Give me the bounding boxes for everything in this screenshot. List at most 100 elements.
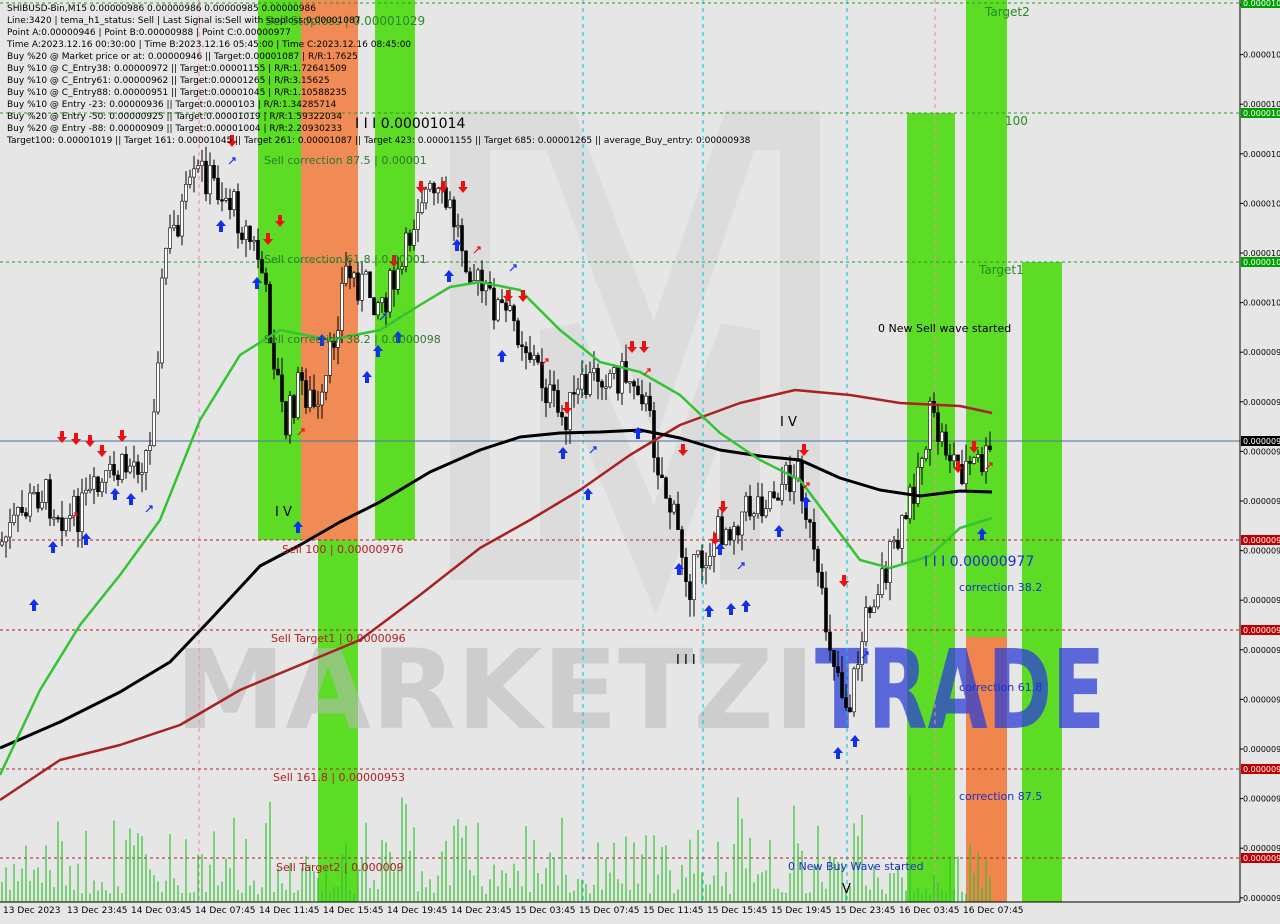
candle-body <box>904 515 908 520</box>
candle-body <box>552 384 556 391</box>
info-line: Time A:2023.12.16 00:30:00 | Time B:2023… <box>7 40 412 50</box>
time-tick-label: 15 Dec 03:45 <box>515 906 576 916</box>
candle-body <box>780 484 784 501</box>
candle-body <box>496 299 500 321</box>
candle-body <box>408 232 412 246</box>
candle-body <box>392 270 396 290</box>
candle-body <box>848 707 852 713</box>
candle-body <box>400 266 404 270</box>
price-marker-label: 0.000009 <box>1243 854 1280 863</box>
candle-body <box>876 594 880 608</box>
price-marker-label: 0.00001004 <box>1243 258 1280 267</box>
time-tick-label: 16 Dec 07:45 <box>963 906 1024 916</box>
candle-body <box>476 269 480 281</box>
current-price-label: 0.00000986 <box>1243 437 1280 446</box>
candle-body <box>100 481 104 493</box>
candle-body <box>292 395 296 419</box>
candle-body <box>752 513 756 517</box>
candle-body <box>576 388 580 395</box>
candle-body <box>936 412 940 442</box>
time-tick-label: 15 Dec 11:45 <box>643 906 704 916</box>
candle-body <box>196 165 200 170</box>
price-tick-label: 0.0000096 <box>1243 596 1280 605</box>
candle-body <box>832 649 836 668</box>
candle-body <box>384 297 388 313</box>
time-tick-label: 15 Dec 23:45 <box>835 906 896 916</box>
candle-body <box>212 165 216 179</box>
watermark-text-grey: MARKETZI <box>175 626 815 754</box>
wave-label-iii-mid: I I I <box>676 653 696 668</box>
info-line: Target100: 0.00001019 || Target 161: 0.0… <box>7 136 751 146</box>
candle-body <box>572 392 576 395</box>
candle-body <box>928 400 932 450</box>
candle-body <box>136 461 140 475</box>
candle-body <box>168 227 172 249</box>
price-tick-label: 0.0000102 <box>1243 100 1280 109</box>
candle-body <box>508 305 512 311</box>
candle-body <box>412 229 416 246</box>
candle-body <box>636 385 640 395</box>
candle-body <box>188 176 192 185</box>
candle-body <box>664 477 668 499</box>
candle-body <box>836 666 840 673</box>
candle-body <box>624 361 628 383</box>
candle-body <box>216 177 220 200</box>
candle-body <box>120 454 124 480</box>
label-100: 100 <box>1005 114 1028 128</box>
candle-body <box>548 384 552 404</box>
candle-body <box>312 389 316 407</box>
candle-body <box>276 368 280 376</box>
candle-body <box>296 372 300 419</box>
time-axis: 13 Dec 2023 13 Dec 23:45 14 Dec 03:45 14 De… <box>0 901 1240 920</box>
sell-correction-618-label: Sell correction 61.8 | 0.00001 <box>264 253 427 266</box>
info-line: Line:3420 | tema_h1_status: Sell | Last … <box>7 16 361 26</box>
time-tick-label: 16 Dec 03:45 <box>899 906 960 916</box>
candle-body <box>452 199 456 228</box>
candle-body <box>656 457 660 476</box>
price-tick-label: 0.0000094 <box>1243 795 1280 804</box>
candle-body <box>320 391 324 406</box>
candle-body <box>980 454 984 473</box>
candle-body <box>16 506 20 516</box>
info-line: Buy %10 @ C_Entry88: 0.00000951 || Targe… <box>7 88 347 98</box>
candle-body <box>828 631 832 651</box>
candle-body <box>236 191 240 234</box>
candle-body <box>360 273 364 301</box>
candle-body <box>748 495 752 517</box>
candle-body <box>468 271 472 283</box>
candle-body <box>880 568 884 595</box>
candle-body <box>156 362 160 413</box>
candle-body <box>972 457 976 464</box>
candle-body <box>852 668 856 713</box>
candle-body <box>648 395 652 411</box>
candle-body <box>244 225 248 240</box>
candle-body <box>756 496 760 515</box>
candle-body <box>460 225 464 252</box>
candle-body <box>456 225 460 228</box>
candle-body <box>908 486 912 520</box>
candle-body <box>208 165 212 195</box>
candle-body <box>128 465 132 473</box>
price-axis: 0.000010350.00001030.00001020.00001020.0… <box>1239 0 1280 920</box>
price-tick-label: 0.0000096 <box>1243 646 1280 655</box>
candle-body <box>356 272 360 301</box>
candle-body <box>396 268 400 290</box>
candle-body <box>500 299 504 304</box>
time-tick-label: 15 Dec 19:45 <box>771 906 832 916</box>
info-line: Buy %10 @ C_Entry61: 0.00000962 || Targe… <box>7 76 330 86</box>
candle-body <box>684 557 688 582</box>
candle-body <box>344 265 348 284</box>
candle-body <box>480 269 484 292</box>
candle-body <box>632 381 636 387</box>
price-marker-label: 0.0000096 <box>1243 626 1280 635</box>
candle-body <box>424 188 428 204</box>
candle-body <box>824 587 828 633</box>
time-tick-label: 14 Dec 11:45 <box>259 906 320 916</box>
candle-body <box>280 374 284 402</box>
candle-body <box>600 381 604 388</box>
candle-body <box>512 305 516 322</box>
candle-body <box>916 466 920 504</box>
candle-body <box>300 372 304 381</box>
candle-body <box>660 474 664 479</box>
candle-body <box>944 431 948 456</box>
